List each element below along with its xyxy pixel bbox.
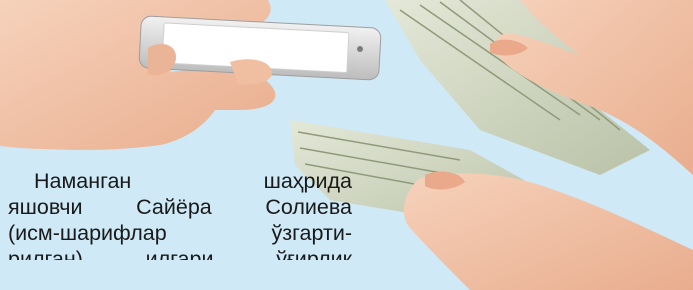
phone-camera-icon	[357, 46, 363, 52]
left-thumb	[148, 43, 177, 76]
article-line-1: Наманган шаҳрида	[34, 169, 352, 193]
article-line-3: (исм-шарифлар ўзгарти-	[8, 221, 352, 245]
article-paragraph: Наманган шаҳрида яшовчи Сайёра Солиева (…	[8, 168, 352, 260]
right-hand-bottom	[403, 173, 693, 290]
article-line-2: яшовчи Сайёра Солиева	[8, 195, 352, 219]
article-line-4: рилган) илгари ўғирлик	[8, 247, 352, 260]
